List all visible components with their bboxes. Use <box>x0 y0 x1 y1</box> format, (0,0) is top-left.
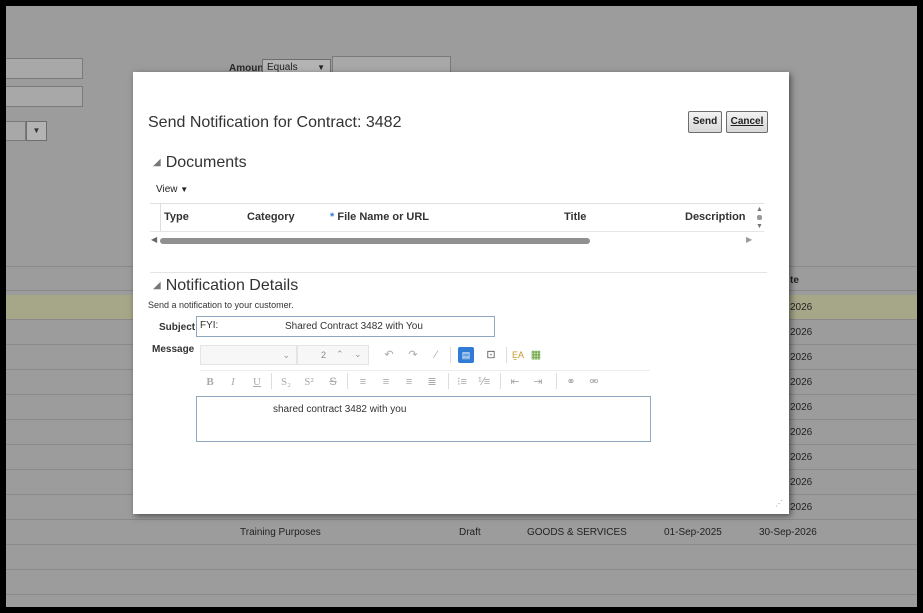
align-right-icon[interactable]: ≡ <box>401 374 417 390</box>
row-end-date: 30-Sep-2026 <box>759 527 817 538</box>
bg-search-field-1 <box>6 58 83 79</box>
rich-text-mode-icon[interactable]: ▤ <box>458 347 474 363</box>
increment-icon: ⌃ <box>336 349 344 359</box>
underline-icon[interactable]: U <box>249 374 265 390</box>
eraser-icon[interactable]: ⁄ <box>428 347 444 363</box>
italic-icon[interactable]: I <box>225 374 241 390</box>
collapse-triangle-icon[interactable]: ◢ <box>153 280 161 291</box>
subscript-icon[interactable]: S₂ <box>278 374 294 390</box>
row-start-date: 01-Sep-2025 <box>664 527 722 538</box>
cancel-button[interactable]: Cancel <box>726 111 768 133</box>
documents-heading: Documents <box>165 154 247 171</box>
scroll-right-icon: ▶ <box>746 235 753 244</box>
numbered-list-icon[interactable]: ⅟≡ <box>476 374 492 390</box>
subject-field[interactable]: FYI: Shared Contract 3482 with You <box>196 316 495 337</box>
dialog-title: Send Notification for Contract: 3482 <box>148 114 402 131</box>
section-divider <box>150 272 767 273</box>
redo-icon[interactable]: ↷ <box>405 347 421 363</box>
col-type[interactable]: Type <box>164 211 189 223</box>
scroll-left-icon: ◀ <box>151 235 158 244</box>
indent-icon[interactable]: ⇥ <box>530 374 546 390</box>
send-button[interactable]: Send <box>688 111 722 133</box>
row-description: Training Purposes <box>240 527 321 538</box>
scroll-down-icon: ▼ <box>756 223 763 230</box>
chevron-down-icon: ▼ <box>180 185 189 194</box>
bg-table-row: Training Purposes Draft GOODS & SERVICES… <box>6 520 917 545</box>
outdent-icon[interactable]: ⇤ <box>507 374 523 390</box>
resize-handle-icon[interactable]: ⋰ <box>775 499 783 508</box>
background-color-icon[interactable]: ▦ <box>528 347 544 363</box>
message-label: Message <box>152 344 195 355</box>
col-category[interactable]: Category <box>247 211 295 223</box>
notification-hint: Send a notification to your customer. <box>148 300 294 310</box>
superscript-icon[interactable]: S² <box>301 374 317 390</box>
col-title[interactable]: Title <box>564 211 586 223</box>
bg-table-row <box>6 570 917 595</box>
undo-icon[interactable]: ↶ <box>381 347 397 363</box>
notification-section-header[interactable]: ◢ Notification Details <box>153 277 298 295</box>
collapse-triangle-icon[interactable]: ◢ <box>153 157 161 168</box>
strikethrough-icon[interactable]: S <box>325 374 341 390</box>
font-family-select[interactable]: ⌄ <box>200 345 297 365</box>
source-mode-icon[interactable]: ⊡ <box>483 347 499 363</box>
documents-table: Type Category * File Name or URL Title D… <box>150 203 764 248</box>
row-status: Draft <box>459 527 481 538</box>
bold-icon[interactable]: B <box>202 374 218 390</box>
text-color-icon[interactable]: ḚA <box>510 347 526 363</box>
scroll-up-icon: ▲ <box>756 206 763 213</box>
horizontal-scrollbar[interactable]: ◀ ▶ <box>150 235 753 245</box>
bg-col-header: te <box>790 275 799 286</box>
notification-heading: Notification Details <box>165 277 299 294</box>
align-center-icon[interactable]: ≡ <box>378 374 394 390</box>
bullet-list-icon[interactable]: ⁝≡ <box>454 374 470 390</box>
justify-icon[interactable]: ≣ <box>424 374 440 390</box>
bg-search-field-2 <box>6 86 83 107</box>
unlink-icon[interactable]: ⚮ <box>586 374 602 390</box>
row-type: GOODS & SERVICES <box>527 527 627 538</box>
editor-toolbar-top: ⌄ 2 ⌃ ⌄ ↶ ↷ ⁄ ▤ ⊡ ḚA ▦ <box>200 345 580 367</box>
bg-table-row <box>6 545 917 570</box>
col-description[interactable]: Description <box>685 211 746 223</box>
view-menu[interactable]: View ▼ <box>156 184 188 195</box>
send-notification-dialog: Send Notification for Contract: 3482 Sen… <box>133 72 789 514</box>
vertical-scrollbar[interactable]: ▲ ▼ <box>756 206 764 236</box>
bg-dropdown-field <box>6 121 26 141</box>
subject-label: Subject <box>159 322 196 333</box>
link-icon[interactable]: ⚭ <box>563 374 579 390</box>
decrement-icon: ⌄ <box>354 349 362 359</box>
documents-section-header[interactable]: ◢ Documents <box>153 154 247 172</box>
col-file-name[interactable]: * File Name or URL <box>330 211 429 223</box>
align-left-icon[interactable]: ≡ <box>355 374 371 390</box>
bg-dropdown-button: ▼ <box>26 121 47 141</box>
chevron-down-icon: ⌄ <box>282 350 290 360</box>
message-editor[interactable]: shared contract 3482 with you <box>196 396 651 442</box>
editor-toolbar-bottom: B I U S₂ S² S ≡ ≡ ≡ ≣ ⁝≡ ⅟≡ ⇤ ⇥ ⚭ ⚮ <box>200 370 650 392</box>
font-size-select[interactable]: 2 ⌃ ⌄ <box>297 345 369 365</box>
